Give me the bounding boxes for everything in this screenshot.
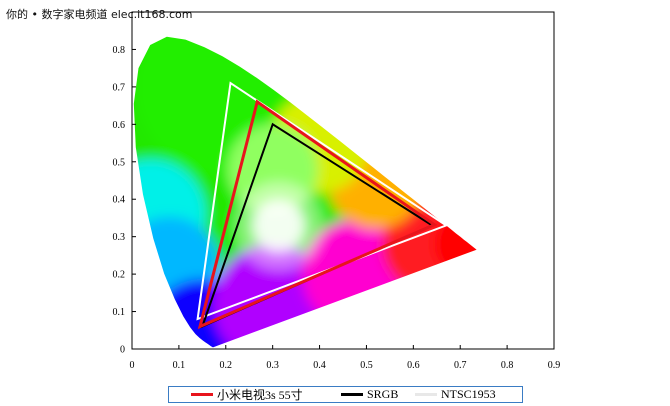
x-tick-label: 0.5 — [360, 360, 373, 371]
y-tick-label: 0.5 — [113, 157, 126, 168]
legend-item-ntsc: NTSC1953 — [415, 387, 496, 401]
legend: 小米电视3s 55寸 SRGB NTSC1953 — [168, 386, 523, 403]
x-tick-label: 0.9 — [548, 360, 561, 371]
y-tick-label: 0.2 — [113, 270, 126, 281]
legend-swatch-srgb — [341, 393, 363, 396]
y-tick-label: 0.7 — [113, 82, 126, 93]
spectral-locus-fill — [133, 36, 477, 348]
x-tick-label: 0.3 — [266, 360, 279, 371]
y-tick-label: 0.1 — [113, 307, 126, 318]
legend-label-srgb: SRGB — [367, 387, 399, 401]
legend-swatch-ntsc — [415, 393, 437, 396]
x-tick-label: 0.6 — [407, 360, 420, 371]
legend-label-ntsc: NTSC1953 — [441, 387, 496, 401]
legend-label-xiaomi: 小米电视3s 55寸 — [217, 388, 303, 402]
x-tick-label: 0.7 — [454, 360, 467, 371]
legend-swatch-xiaomi — [191, 393, 213, 396]
x-tick-label: 0.1 — [173, 360, 186, 371]
x-tick-label: 0.2 — [220, 360, 233, 371]
y-tick-label: 0.3 — [113, 232, 126, 243]
y-tick-label: 0.8 — [113, 45, 126, 56]
x-tick-label: 0 — [130, 360, 135, 371]
y-tick-label: 0.6 — [113, 120, 126, 131]
legend-item-srgb: SRGB — [341, 387, 399, 401]
cie-chromaticity-chart: 0 0.1 0.2 0.3 0.4 0.5 0.6 0.7 0.8 0.9 0 0.1 0.2 0.3 0.… — [113, 11, 561, 371]
y-tick-label: 0.4 — [113, 195, 126, 206]
legend-item-xiaomi: 小米电视3s 55寸 — [191, 388, 303, 402]
x-tick-label: 0.8 — [501, 360, 514, 371]
x-tick-label: 0.4 — [313, 360, 326, 371]
y-tick-label: 0 — [120, 345, 125, 356]
